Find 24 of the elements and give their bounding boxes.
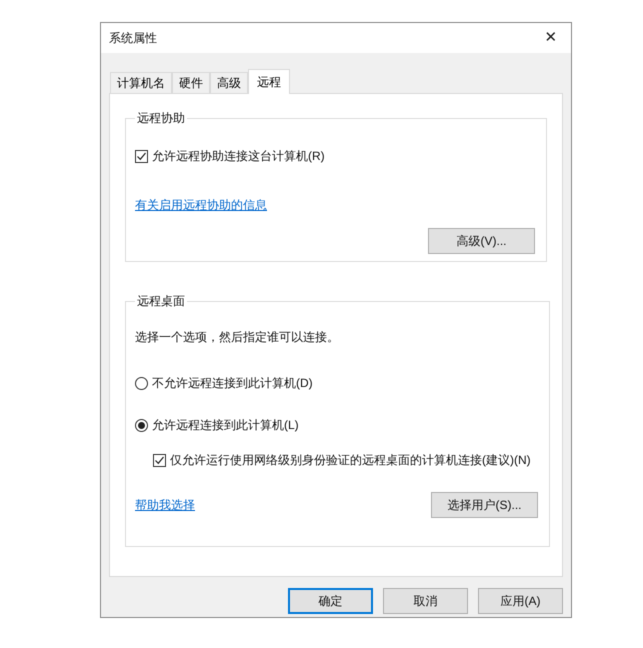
checkbox[interactable]: [135, 150, 148, 162]
group-title: 远程桌面: [136, 293, 186, 310]
radio-button[interactable]: [135, 418, 148, 432]
dialog-button[interactable]: 确定: [288, 588, 373, 614]
checkbox-label: 允许远程协助连接这台计算机(R): [152, 148, 325, 165]
tab[interactable]: 远程: [248, 69, 290, 94]
tab[interactable]: 硬件: [172, 72, 210, 93]
close-button[interactable]: ✕: [531, 23, 571, 53]
radio-label: 允许远程连接到此计算机(L): [152, 417, 299, 434]
tab[interactable]: 计算机名: [110, 72, 172, 93]
window-title: 系统属性: [109, 30, 157, 47]
checkbox-label: 仅允许运行使用网络级别身份验证的远程桌面的计算机连接(建议)(N): [170, 452, 532, 468]
select-users-button[interactable]: 选择用户(S)...: [431, 492, 538, 518]
checkbox[interactable]: [153, 454, 166, 467]
dialog-button[interactable]: 取消: [383, 588, 468, 614]
radio-button[interactable]: [135, 376, 148, 390]
dialog-button[interactable]: 应用(A): [478, 588, 563, 614]
advanced-button[interactable]: 高级(V)...: [428, 228, 535, 254]
radio-label: 不允许远程连接到此计算机(D): [152, 375, 313, 392]
group-title: 远程协助: [136, 110, 186, 127]
help-link[interactable]: 帮助我选择: [135, 496, 195, 514]
tab[interactable]: 高级: [210, 72, 248, 93]
info-link[interactable]: 有关启用远程协助的信息: [135, 198, 267, 212]
description-text: 选择一个选项，然后指定谁可以连接。: [135, 329, 340, 346]
